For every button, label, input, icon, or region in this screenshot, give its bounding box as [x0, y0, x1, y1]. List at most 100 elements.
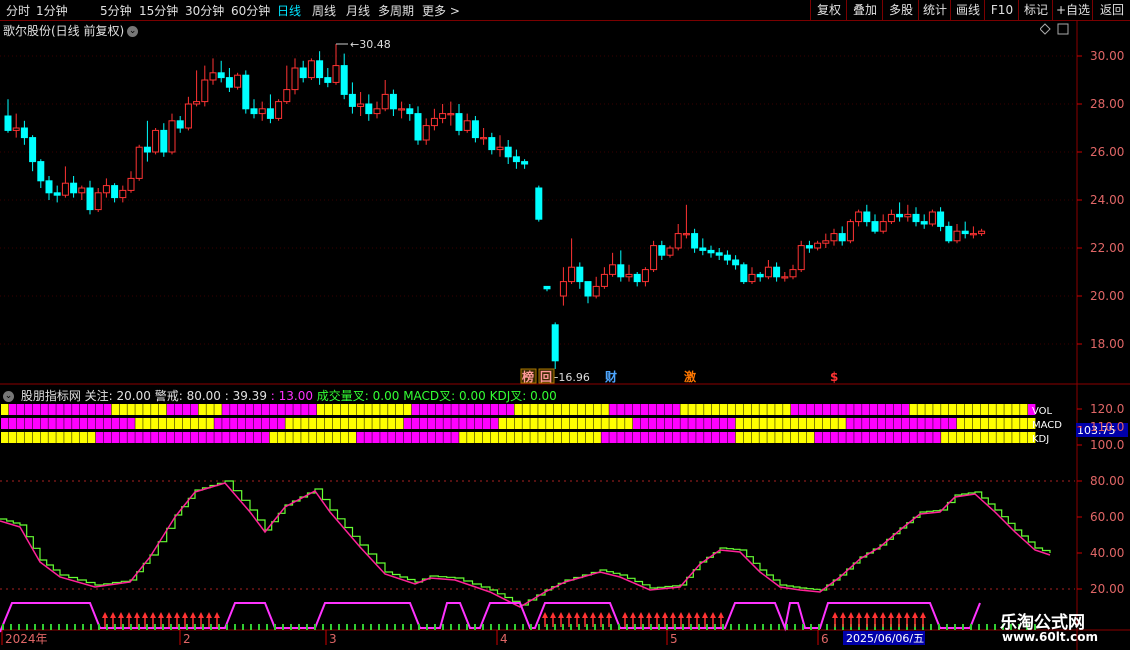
signal-cell	[482, 418, 491, 429]
candle-body	[641, 269, 649, 283]
buy-arrow-marker	[896, 612, 902, 618]
signal-cell	[119, 404, 127, 415]
candle-body	[480, 137, 488, 140]
signal-cell	[443, 418, 451, 429]
candle-body	[430, 117, 438, 127]
strip-row-label: MACD	[1032, 420, 1062, 431]
candle-body	[209, 72, 217, 81]
candle-body	[797, 245, 805, 271]
buy-arrow-marker	[832, 612, 838, 618]
max-price-label: ←30.48	[350, 38, 391, 51]
signal-cell	[775, 432, 783, 443]
price-tick-label: 22.00	[1090, 241, 1124, 255]
signal-cell	[182, 404, 191, 415]
signal-cell	[253, 432, 262, 443]
candle-body	[568, 266, 576, 283]
candle-body	[471, 120, 479, 139]
signal-cell	[656, 432, 665, 443]
signal-cell	[949, 432, 957, 443]
signal-cell	[332, 432, 341, 443]
signal-cell	[198, 404, 206, 415]
signal-cell	[648, 404, 657, 415]
signal-cell	[388, 418, 396, 429]
signal-cell	[32, 432, 40, 443]
signal-cell	[95, 432, 104, 443]
signal-cell	[40, 432, 48, 443]
signal-cell	[459, 418, 467, 429]
signal-cell	[767, 418, 775, 429]
price-tick-label: 18.00	[1090, 337, 1124, 351]
candle-body	[234, 74, 242, 88]
signal-cell	[482, 432, 491, 443]
candle-body	[119, 189, 127, 199]
signal-cell	[712, 432, 720, 443]
signal-cell	[214, 404, 222, 415]
signal-cell	[633, 404, 641, 415]
signal-cell	[245, 432, 254, 443]
date-tick-label: 2	[183, 632, 191, 646]
candle-body	[609, 264, 617, 275]
candle-body	[814, 242, 822, 249]
candle-body	[381, 93, 389, 110]
signal-cell	[253, 418, 262, 429]
event-marker: $	[830, 370, 838, 384]
signal-cell	[593, 404, 601, 415]
signal-cell	[522, 404, 530, 415]
buy-arrow-marker	[182, 612, 188, 618]
signal-cell	[798, 404, 807, 415]
candle-body	[978, 230, 986, 235]
signal-cell	[727, 432, 736, 443]
signal-cell	[24, 418, 33, 429]
signal-cell	[791, 432, 799, 443]
buy-arrow-marker	[662, 612, 668, 618]
signal-cell	[791, 418, 799, 429]
signal-cell	[24, 432, 33, 443]
signal-cell	[427, 404, 435, 415]
candle-body	[217, 72, 225, 79]
signal-cell	[151, 404, 159, 415]
signal-cell	[949, 404, 957, 415]
indicator-tick-label: 80.00	[1090, 474, 1124, 488]
signal-cell	[103, 404, 112, 415]
signal-cell	[909, 404, 917, 415]
signal-cell	[822, 418, 830, 429]
buy-arrow-marker	[678, 612, 684, 618]
signal-cell	[159, 418, 167, 429]
candle-body	[707, 249, 715, 254]
signal-cell	[372, 404, 380, 415]
buy-arrow-marker	[848, 612, 854, 618]
signal-cell	[546, 432, 554, 443]
signal-cell	[561, 418, 570, 429]
signal-cell	[16, 418, 25, 429]
candle-body	[439, 113, 447, 119]
signal-cell	[95, 418, 104, 429]
signal-cell	[111, 418, 119, 429]
signal-cell	[143, 404, 151, 415]
candle-body	[748, 273, 756, 283]
event-marker: 激	[684, 369, 696, 384]
signal-cell	[877, 418, 886, 429]
candle-body	[830, 233, 838, 242]
signal-cell	[941, 404, 949, 415]
candle-body	[193, 101, 201, 105]
signal-cell	[806, 404, 815, 415]
signal-cell	[206, 404, 214, 415]
signal-cell	[514, 432, 522, 443]
signal-cell	[688, 404, 696, 415]
signal-cell	[348, 432, 356, 443]
signal-cell	[909, 418, 917, 429]
signal-cell	[443, 404, 451, 415]
signal-cell	[712, 404, 720, 415]
signal-cell	[704, 432, 712, 443]
candle-body	[463, 120, 471, 131]
signal-cell	[522, 432, 530, 443]
signal-cell	[838, 404, 846, 415]
signal-cell	[996, 432, 1004, 443]
signal-cell	[972, 418, 981, 429]
signal-cell	[640, 432, 649, 443]
candle-body	[969, 233, 977, 236]
signal-cell	[238, 432, 246, 443]
signal-cell	[380, 432, 388, 443]
signal-cell	[285, 432, 293, 443]
buy-arrow-marker	[654, 612, 660, 618]
